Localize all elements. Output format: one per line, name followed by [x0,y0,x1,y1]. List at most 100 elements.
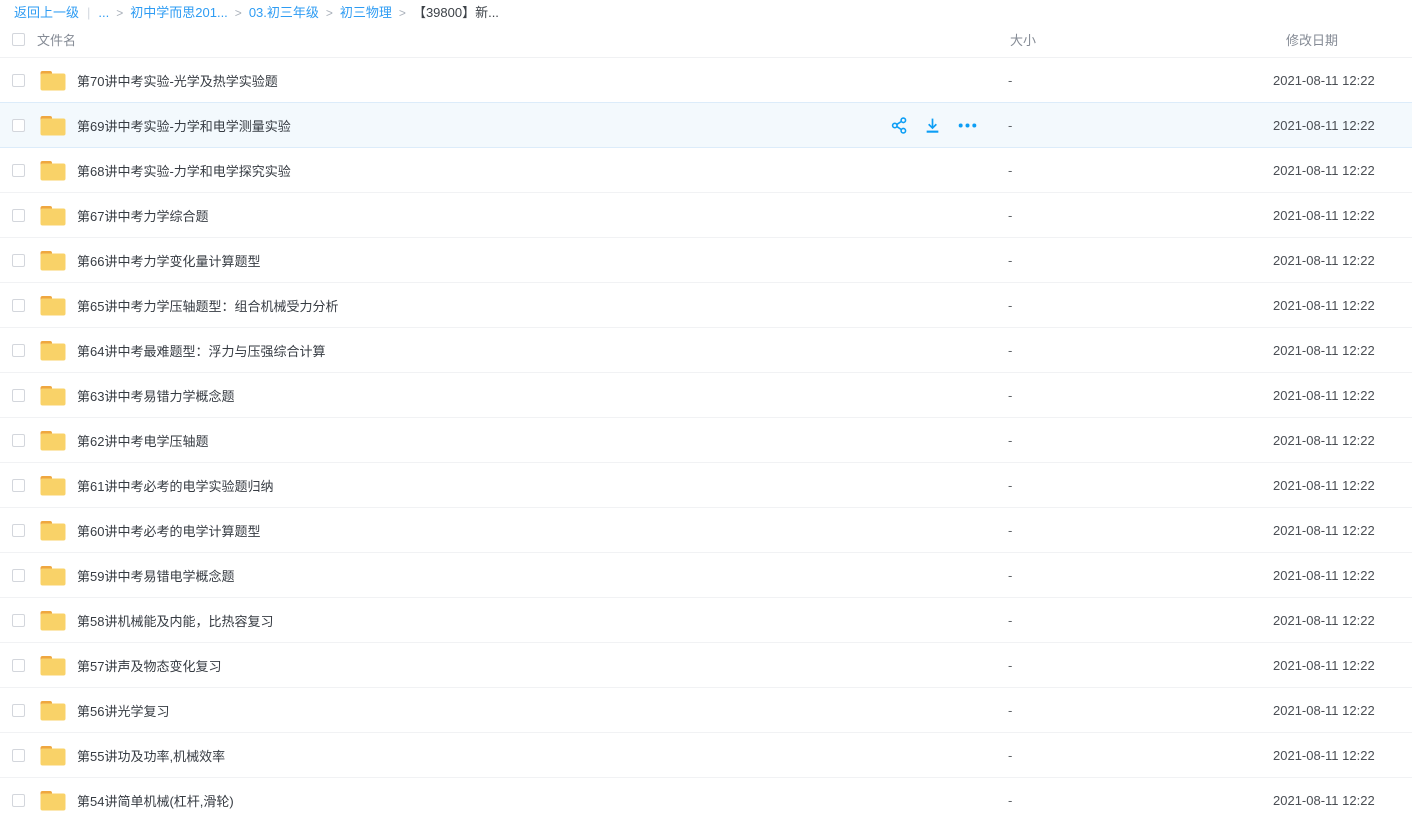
row-checkbox[interactable] [12,794,25,807]
folder-name-link[interactable]: 第58讲机械能及内能，比热容复习 [77,611,1005,630]
table-row[interactable]: 第67讲中考力学综合题 [0,193,1412,238]
file-size: - [1005,478,1273,493]
file-modified-date: 2021-08-11 12:22 [1273,253,1412,268]
table-row[interactable]: 第55讲功及功率,机械效率 [0,733,1412,778]
folder-icon [40,250,66,271]
row-checkbox[interactable] [12,524,25,537]
file-modified-date: 2021-08-11 12:22 [1273,793,1412,808]
table-row[interactable]: 第60讲中考必考的电学计算题型 [0,508,1412,553]
file-modified-date: 2021-08-11 12:22 [1273,748,1412,763]
folder-name-link[interactable]: 第64讲中考最难题型：浮力与压强综合计算 [77,341,1005,360]
file-modified-date: 2021-08-11 12:22 [1273,478,1412,493]
file-size: - [1005,433,1273,448]
folder-name-link[interactable]: 第68讲中考实验-力学和电学探究实验 [77,161,1005,180]
file-size: - [1005,748,1273,763]
table-row[interactable]: 第68讲中考实验-力学和电学探究实验 [0,148,1412,193]
file-modified-date: 2021-08-11 12:22 [1273,388,1412,403]
file-modified-date: 2021-08-11 12:22 [1273,613,1412,628]
folder-name-link[interactable]: 第67讲中考力学综合题 [77,206,1005,225]
breadcrumb-back-link[interactable]: 返回上一级 [14,5,79,21]
folder-icon [40,475,66,496]
folder-name-link[interactable]: 第70讲中考实验-光学及热学实验题 [77,71,1005,90]
file-size: - [1005,388,1273,403]
breadcrumb-link[interactable]: ... [98,5,109,21]
folder-name-link[interactable]: 第60讲中考必考的电学计算题型 [77,521,1005,540]
table-row[interactable]: 第70讲中考实验-光学及热学实验题 [0,58,1412,103]
table-row[interactable]: 第64讲中考最难题型：浮力与压强综合计算 [0,328,1412,373]
share-icon[interactable] [891,117,908,134]
row-checkbox[interactable] [12,209,25,222]
breadcrumb: 返回上一级 | ...>初中学而思201...>03.初三年级>初三物理> 【3… [0,0,1412,22]
folder-icon [40,700,66,721]
folder-icon [40,295,66,316]
table-row[interactable]: 第63讲中考易错力学概念题 [0,373,1412,418]
table-row[interactable]: 第54讲简单机械(杠杆,滑轮) [0,778,1412,816]
breadcrumb-separator: > [326,5,333,21]
folder-name-link[interactable]: 第55讲功及功率,机械效率 [77,746,1005,765]
folder-name-link[interactable]: 第57讲声及物态变化复习 [77,656,1005,675]
row-checkbox[interactable] [12,254,25,267]
table-row[interactable]: 第57讲声及物态变化复习 [0,643,1412,688]
row-checkbox[interactable] [12,164,25,177]
file-size: - [1005,73,1273,88]
folder-name-link[interactable]: 第54讲简单机械(杠杆,滑轮) [77,791,1005,810]
table-row[interactable]: 第65讲中考力学压轴题型：组合机械受力分析 [0,283,1412,328]
folder-icon [40,70,66,91]
file-size: - [1005,658,1273,673]
column-header-modified-date[interactable]: 修改日期 [1273,30,1412,49]
column-header-filename[interactable]: 文件名 [37,30,1005,49]
table-row[interactable]: 第59讲中考易错电学概念题 [0,553,1412,598]
table-row[interactable]: 第61讲中考必考的电学实验题归纳 [0,463,1412,508]
download-icon[interactable] [924,117,941,134]
folder-name-link[interactable]: 第61讲中考必考的电学实验题归纳 [77,476,1005,495]
folder-icon [40,430,66,451]
file-modified-date: 2021-08-11 12:22 [1273,298,1412,313]
file-size: - [1005,613,1273,628]
folder-icon [40,160,66,181]
breadcrumb-link[interactable]: 初中学而思201... [130,5,228,21]
row-checkbox[interactable] [12,569,25,582]
breadcrumb-separator: > [399,5,406,21]
breadcrumb-current: 【39800】新... [413,5,499,21]
file-size: - [1005,253,1273,268]
row-checkbox[interactable] [12,434,25,447]
file-modified-date: 2021-08-11 12:22 [1273,118,1412,133]
row-checkbox[interactable] [12,389,25,402]
table-row[interactable]: 第69讲中考实验-力学和电学测量实验 [0,103,1412,148]
row-checkbox[interactable] [12,749,25,762]
file-table-header: 文件名 大小 修改日期 [0,22,1412,58]
folder-name-link[interactable]: 第66讲中考力学变化量计算题型 [77,251,1005,270]
table-row[interactable]: 第62讲中考电学压轴题 [0,418,1412,463]
more-icon[interactable] [957,117,978,134]
row-checkbox[interactable] [12,344,25,357]
row-checkbox[interactable] [12,299,25,312]
file-size: - [1005,163,1273,178]
folder-name-link[interactable]: 第62讲中考电学压轴题 [77,431,1005,450]
breadcrumb-separator: > [116,5,123,21]
row-checkbox[interactable] [12,479,25,492]
folder-name-link[interactable]: 第56讲光学复习 [77,701,1005,720]
row-checkbox[interactable] [12,74,25,87]
table-row[interactable]: 第56讲光学复习 [0,688,1412,733]
folder-name-link[interactable]: 第65讲中考力学压轴题型：组合机械受力分析 [77,296,1005,315]
breadcrumb-link[interactable]: 初三物理 [340,5,392,21]
select-all-checkbox[interactable] [12,33,25,46]
row-checkbox[interactable] [12,119,25,132]
folder-icon [40,520,66,541]
table-row[interactable]: 第66讲中考力学变化量计算题型 [0,238,1412,283]
folder-name-link[interactable]: 第59讲中考易错电学概念题 [77,566,1005,585]
column-header-size[interactable]: 大小 [1005,30,1273,49]
breadcrumb-pipe-separator: | [87,5,90,21]
file-size: - [1005,298,1273,313]
folder-icon [40,340,66,361]
breadcrumb-items: ...>初中学而思201...>03.初三年级>初三物理> [98,5,413,21]
folder-icon [40,385,66,406]
folder-name-link[interactable]: 第69讲中考实验-力学和电学测量实验 [77,116,891,135]
file-modified-date: 2021-08-11 12:22 [1273,568,1412,583]
row-checkbox[interactable] [12,614,25,627]
row-checkbox[interactable] [12,704,25,717]
table-row[interactable]: 第58讲机械能及内能，比热容复习 [0,598,1412,643]
row-checkbox[interactable] [12,659,25,672]
folder-name-link[interactable]: 第63讲中考易错力学概念题 [77,386,1005,405]
breadcrumb-link[interactable]: 03.初三年级 [249,5,319,21]
